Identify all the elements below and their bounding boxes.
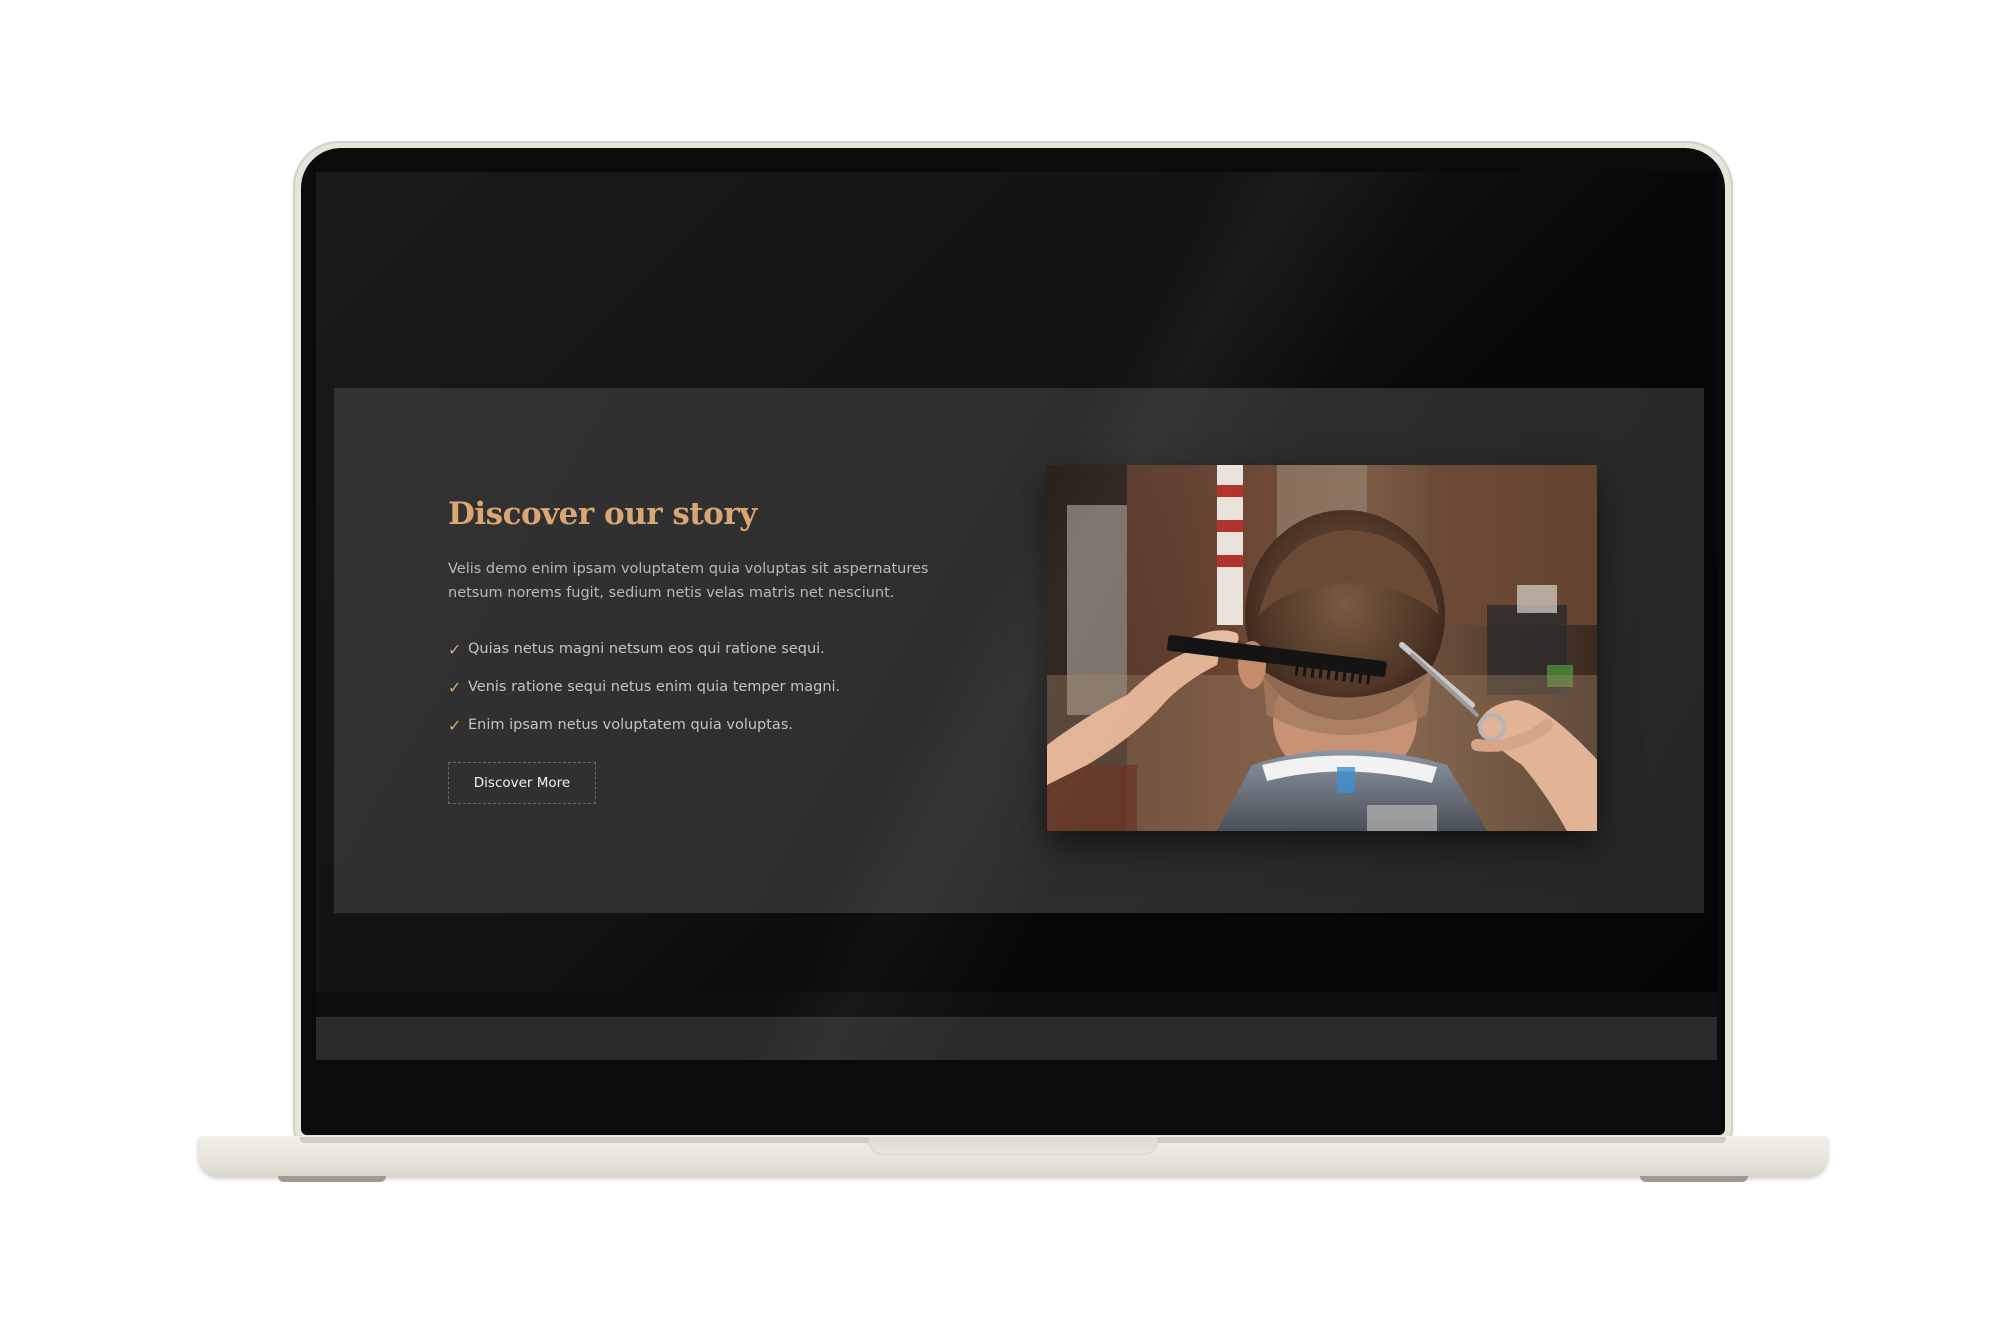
laptop-screen: Discover our story Velis demo enim ipsam… [316,172,1717,1060]
screen-bottom-strip [316,992,1717,1018]
laptop-foot-right [1640,1176,1748,1182]
section-title: Discover our story [448,496,757,532]
check-icon: ✓ [448,677,462,697]
checklist-item: ✓ Venis ratione sequi netus enim quia te… [448,668,840,706]
barber-cutting-hair-photo [1047,465,1597,831]
check-icon: ✓ [448,639,462,659]
feature-checklist: ✓ Quias netus magni netsum eos qui ratio… [448,630,840,744]
section-lead-text: Velis demo enim ipsam voluptatem quia vo… [448,561,929,601]
checklist-item-text: Venis ratione sequi netus enim quia temp… [468,679,841,695]
checklist-item: ✓ Quias netus magni netsum eos qui ratio… [448,630,840,668]
checklist-item-text: Quias netus magni netsum eos qui ratione… [468,641,825,657]
trackpad-notch [868,1137,1158,1155]
discover-more-button[interactable]: Discover More [448,762,596,804]
laptop-lid: Discover our story Velis demo enim ipsam… [293,141,1733,1141]
laptop-foot-left [278,1176,386,1182]
screen-bottom-bar [316,1017,1717,1060]
discover-story-section: Discover our story Velis demo enim ipsam… [334,388,1704,913]
check-icon: ✓ [448,715,462,735]
screen-bezel: Discover our story Velis demo enim ipsam… [301,148,1725,1135]
product-mockup: Discover our story Velis demo enim ipsam… [0,0,2000,1333]
checklist-item-text: Enim ipsam netus voluptatem quia volupta… [468,717,793,733]
checklist-item: ✓ Enim ipsam netus voluptatem quia volup… [448,706,840,744]
